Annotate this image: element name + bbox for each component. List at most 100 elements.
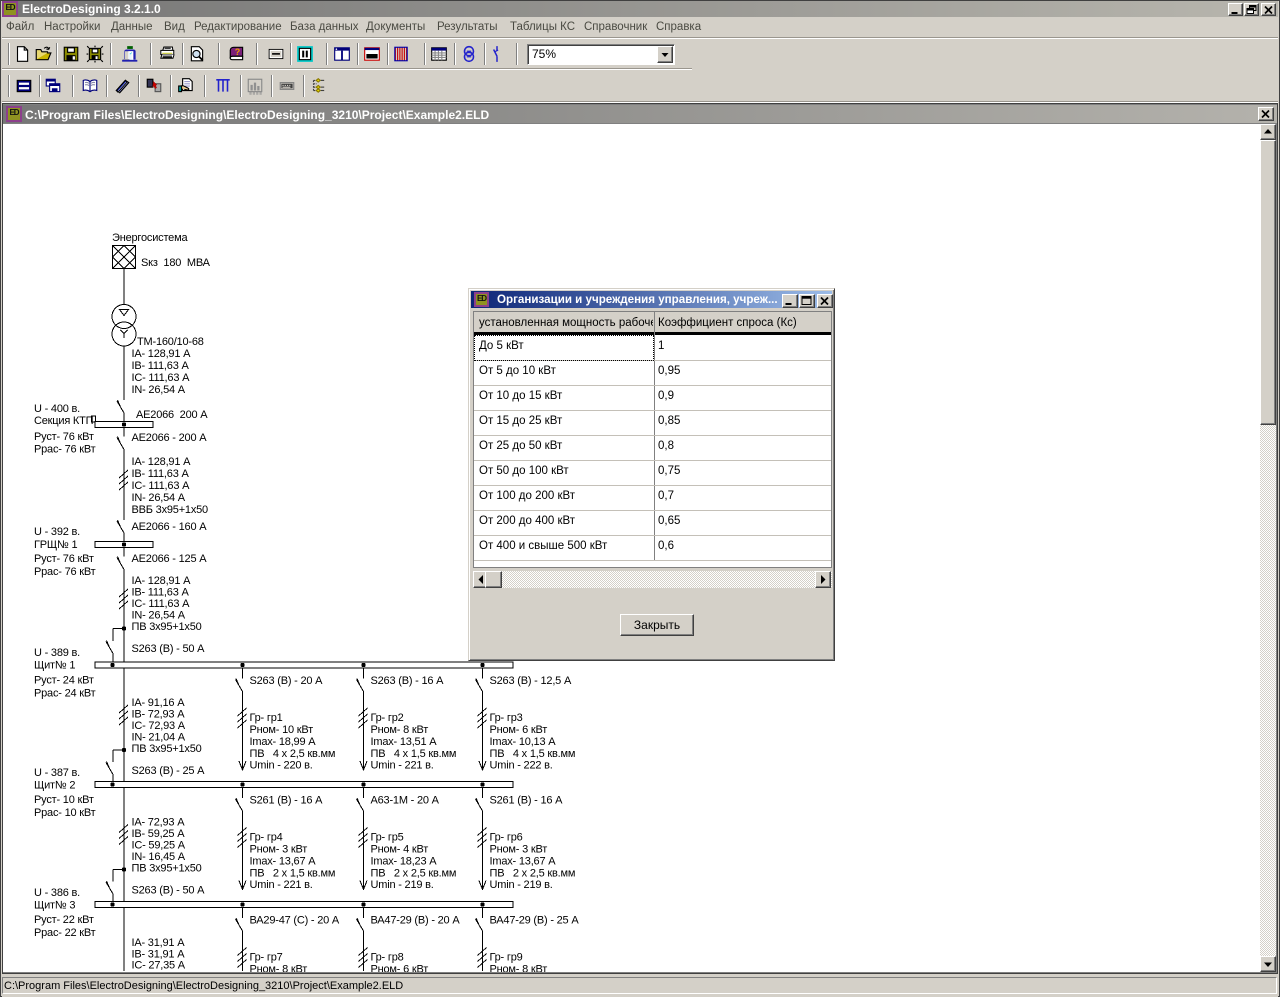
svg-text:Imax- 18,99 А: Imax- 18,99 А [250,736,317,748]
svg-text:Umin - 220 в.: Umin - 220 в. [250,760,313,772]
svg-text:Imax- 13,67 А: Imax- 13,67 А [490,856,557,868]
svg-text:АЕ2066 - 200 А: АЕ2066 - 200 А [132,432,208,444]
svg-text:АЕ2066 - 160 А: АЕ2066 - 160 А [132,521,208,533]
svg-text:Секция КТП: Секция КТП [34,415,94,427]
svg-text:IА- 128,91 А: IА- 128,91 А [132,456,192,468]
svg-text:IА- 91,16 А: IА- 91,16 А [132,697,186,709]
svg-text:ПВ 3х95+1х50: ПВ 3х95+1х50 [132,621,202,633]
svg-text:U - 389 в.: U - 389 в. [34,647,80,659]
svg-text:S263 (В) - 50 А: S263 (В) - 50 А [132,643,206,655]
svg-text:ПВ 2 х 2,5 кв.мм: ПВ 2 х 2,5 кв.мм [490,868,576,880]
svg-text:ВВБ 3х95+1х50: ВВБ 3х95+1х50 [132,504,209,516]
svg-text:Рном- 8 кВт: Рном- 8 кВт [250,964,308,973]
svg-text:Sкз 180 МВА: Sкз 180 МВА [141,257,211,269]
svg-text:IN- 26,54 А: IN- 26,54 А [132,384,186,396]
svg-text:Гр- гр3: Гр- гр3 [490,712,523,724]
svg-text:ПВ 2 х 1,5 кв.мм: ПВ 2 х 1,5 кв.мм [250,868,336,880]
svg-text:ВА47-29 (В) - 25 А: ВА47-29 (В) - 25 А [490,915,580,927]
svg-text:Рном- 6 кВт: Рном- 6 кВт [371,964,429,973]
svg-text:U - 387 в.: U - 387 в. [34,767,80,779]
svg-text:Руст- 24 кВт: Руст- 24 кВт [34,675,94,687]
svg-text:IС- 111,63 А: IС- 111,63 А [132,372,191,384]
svg-text:IВ- 111,63 А: IВ- 111,63 А [132,468,190,480]
svg-text:Umin - 219 в.: Umin - 219 в. [490,879,553,891]
svg-text:Гр- гр8: Гр- гр8 [371,952,404,964]
svg-text:Umin - 221 в.: Umin - 221 в. [250,879,313,891]
svg-text:Гр- гр1: Гр- гр1 [250,712,283,724]
svg-text:IВ- 72,93 А: IВ- 72,93 А [132,709,186,721]
svg-text:Imax- 10,13 А: Imax- 10,13 А [490,736,557,748]
svg-text:Umin - 221 в.: Umin - 221 в. [371,760,434,772]
svg-text:Гр- гр7: Гр- гр7 [250,952,283,964]
svg-text:АЕ2066 - 125 А: АЕ2066 - 125 А [132,553,208,565]
svg-text:Рном- 3 кВт: Рном- 3 кВт [250,844,308,856]
svg-text:Гр- гр6: Гр- гр6 [490,832,523,844]
svg-text:IN- 26,54 А: IN- 26,54 А [132,610,186,622]
svg-text:S263 (В) - 20 А: S263 (В) - 20 А [250,675,324,687]
svg-text:Imax- 13,51 А: Imax- 13,51 А [371,736,438,748]
svg-text:Рном- 6 кВт: Рном- 6 кВт [490,724,548,736]
svg-text:ГРЩ№ 1: ГРЩ№ 1 [34,539,77,551]
svg-text:Гр- гр9: Гр- гр9 [490,952,523,964]
svg-text:Рном- 8 кВт: Рном- 8 кВт [371,724,429,736]
svg-text:Гр- гр2: Гр- гр2 [371,712,404,724]
svg-text:А63-1М - 20 А: А63-1М - 20 А [371,795,440,807]
svg-text:Руст- 76 кВт: Руст- 76 кВт [34,553,94,565]
svg-text:Рном- 4 кВт: Рном- 4 кВт [371,844,429,856]
svg-text:Рном- 8 кВт: Рном- 8 кВт [490,964,548,973]
svg-text:ПВ 4 х 1,5 кв.мм: ПВ 4 х 1,5 кв.мм [490,748,576,760]
svg-text:Umin - 219 в.: Umin - 219 в. [371,879,434,891]
svg-text:Щит№ 2: Щит№ 2 [34,780,75,792]
svg-text:IА- 128,91 А: IА- 128,91 А [132,575,192,587]
svg-text:Ррас- 10 кВт: Ррас- 10 кВт [34,807,96,819]
svg-text:Ррас- 22 кВт: Ррас- 22 кВт [34,927,96,939]
svg-text:S263 (В) - 50 А: S263 (В) - 50 А [132,885,206,897]
svg-text:Рном- 3 кВт: Рном- 3 кВт [490,844,548,856]
svg-text:IN- 16,45 А: IN- 16,45 А [132,851,186,863]
svg-text:U - 400 в.: U - 400 в. [34,403,80,415]
svg-text:ПВ 3х95+1х50: ПВ 3х95+1х50 [132,743,202,755]
svg-text:U - 392 в.: U - 392 в. [34,526,80,538]
svg-text:Гр- гр4: Гр- гр4 [250,832,283,844]
svg-text:IС- 72,93 А: IС- 72,93 А [132,720,186,732]
svg-text:ТМ-160/10-68: ТМ-160/10-68 [137,336,204,348]
svg-text:?: ? [235,47,241,57]
svg-text:Руст- 22 кВт: Руст- 22 кВт [34,914,94,926]
svg-text:IВ- 111,63 А: IВ- 111,63 А [132,360,190,372]
svg-text:IА- 72,93 А: IА- 72,93 А [132,817,186,829]
svg-text:S263 (В) - 25 А: S263 (В) - 25 А [132,765,206,777]
svg-text:ВА29-47 (С) - 20 А: ВА29-47 (С) - 20 А [250,915,340,927]
svg-text:S263 (В) - 16 А: S263 (В) - 16 А [371,675,445,687]
svg-text:IN- 26,54 А: IN- 26,54 А [132,492,186,504]
svg-text:IВ- 59,25 А: IВ- 59,25 А [132,828,186,840]
svg-text:Imax- 13,67 А: Imax- 13,67 А [250,856,317,868]
svg-text:S263 (В) - 12,5 А: S263 (В) - 12,5 А [490,675,572,687]
svg-text:ПВ 4 х 2,5 кв.мм: ПВ 4 х 2,5 кв.мм [250,748,336,760]
svg-text:АЕ2066 200 А: АЕ2066 200 А [136,409,208,421]
svg-text:U - 386 в.: U - 386 в. [34,887,80,899]
svg-text:IА- 31,91 А: IА- 31,91 А [132,937,186,949]
svg-text:Щит№ 3: Щит№ 3 [34,900,75,912]
svg-text:S261 (В) - 16 А: S261 (В) - 16 А [490,795,564,807]
svg-text:Энергосистема: Энергосистема [112,232,188,244]
svg-text:Щит№ 1: Щит№ 1 [34,660,75,672]
svg-text:Гр- гр5: Гр- гр5 [371,832,404,844]
svg-text:Ррас- 24 кВт: Ррас- 24 кВт [34,688,96,700]
svg-text:IС- 59,25 А: IС- 59,25 А [132,840,186,852]
svg-text:Ррас- 76 кВт: Ррас- 76 кВт [34,566,96,578]
svg-text:Ррас- 76 кВт: Ррас- 76 кВт [34,444,96,456]
svg-text:ПВ 3х95+1х50: ПВ 3х95+1х50 [132,863,202,875]
svg-text:Руст- 10 кВт: Руст- 10 кВт [34,794,94,806]
svg-text:IС- 27,35 А: IС- 27,35 А [132,960,186,972]
svg-text:Imax- 18,23 А: Imax- 18,23 А [371,856,438,868]
svg-text:IN- 21,04 А: IN- 21,04 А [132,732,186,744]
svg-text:IС- 111,63 А: IС- 111,63 А [132,598,191,610]
svg-text:Umin - 222 в.: Umin - 222 в. [490,760,553,772]
svg-text:IС- 111,63 А: IС- 111,63 А [132,480,191,492]
svg-text:ПВ 2 х 2,5 кв.мм: ПВ 2 х 2,5 кв.мм [371,868,457,880]
svg-text:Рном- 10 кВт: Рном- 10 кВт [250,724,314,736]
svg-text:ВА47-29 (В) - 20 А: ВА47-29 (В) - 20 А [371,915,461,927]
svg-text:Руст- 76 кВт: Руст- 76 кВт [34,431,94,443]
svg-text:S261 (В) - 16 А: S261 (В) - 16 А [250,795,324,807]
svg-text:IА- 128,91 А: IА- 128,91 А [132,348,192,360]
